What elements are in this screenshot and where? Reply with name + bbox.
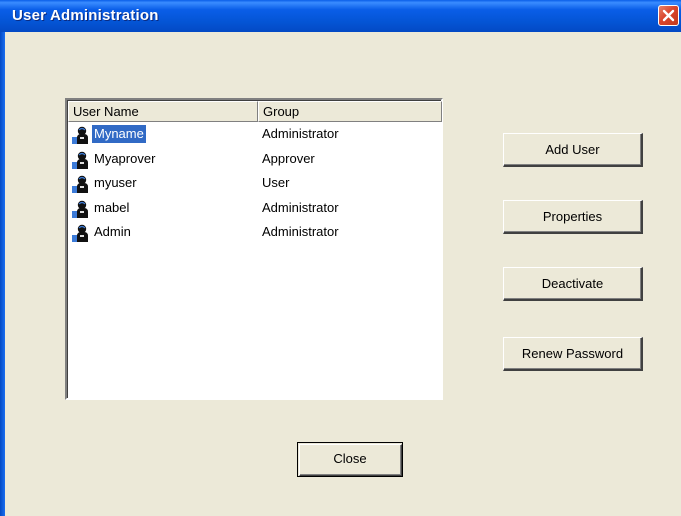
user-name: Myaprover xyxy=(94,150,156,166)
close-window-icon[interactable] xyxy=(658,5,679,26)
user-group: Administrator xyxy=(262,199,339,215)
user-icon xyxy=(71,223,91,243)
list-header: User Name Group xyxy=(68,101,442,122)
user-group: Administrator xyxy=(262,126,339,141)
close-button[interactable]: Close xyxy=(297,442,403,477)
user-name: Myname xyxy=(92,125,146,143)
list-item[interactable]: myuser User xyxy=(68,172,442,197)
user-group: Administrator xyxy=(262,224,339,239)
user-icon xyxy=(71,125,91,145)
user-name: myuser xyxy=(94,175,137,190)
user-name: mabel xyxy=(94,199,130,215)
list-item[interactable]: Admin Administrator xyxy=(68,221,442,246)
list-item[interactable]: Myaprover Approver xyxy=(68,148,442,173)
column-header-user-name[interactable]: User Name xyxy=(68,101,258,122)
user-group: Approver xyxy=(262,150,315,166)
user-group: User xyxy=(262,175,290,190)
list-item[interactable]: mabel Administrator xyxy=(68,197,442,222)
user-list[interactable]: User Name Group Myname Administrator Mya… xyxy=(65,98,443,400)
properties-button[interactable]: Properties xyxy=(503,200,643,234)
user-icon xyxy=(71,174,91,194)
list-rows: Myname Administrator Myaprover Approver … xyxy=(68,123,442,246)
user-icon xyxy=(71,199,91,219)
column-header-group[interactable]: Group xyxy=(258,101,442,122)
user-icon xyxy=(71,150,91,170)
window-border xyxy=(0,32,5,516)
window-title: User Administration xyxy=(12,7,159,24)
user-name: Admin xyxy=(94,224,131,239)
list-item[interactable]: Myname Administrator xyxy=(68,123,442,148)
close-button-label: Close xyxy=(333,451,367,466)
user-administration-dialog: User Administration User Name Group Myna… xyxy=(0,0,681,516)
title-bar[interactable]: User Administration xyxy=(0,0,681,32)
renew-password-button[interactable]: Renew Password xyxy=(503,337,643,371)
deactivate-button[interactable]: Deactivate xyxy=(503,267,643,301)
add-user-button[interactable]: Add User xyxy=(503,133,643,167)
